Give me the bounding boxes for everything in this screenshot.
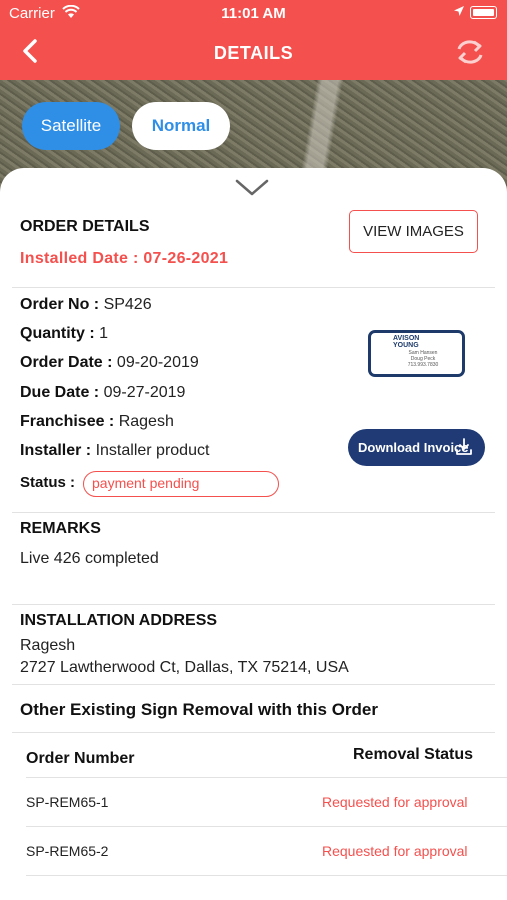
- installed-date: Installed Date : 07-26-2021: [20, 250, 229, 267]
- order-date-field: Order Date : 09-20-2019: [20, 354, 199, 372]
- status-badge: payment pending: [83, 471, 279, 497]
- remarks-text: Live 426 completed: [20, 550, 159, 567]
- divider: [26, 777, 507, 778]
- divider: [12, 732, 495, 733]
- order-no-field: Order No : SP426: [20, 296, 152, 314]
- thumbnail-brand-line2: YOUNG: [393, 342, 419, 349]
- status-label: Status :: [20, 474, 76, 491]
- quantity-field: Quantity : 1: [20, 325, 108, 343]
- order-details-heading: ORDER DETAILS: [20, 218, 150, 235]
- removal-status-column-header: Removal Status: [353, 746, 474, 763]
- field-value: Ragesh: [118, 413, 174, 430]
- field-label: Order Date :: [20, 354, 117, 371]
- field-label: Franchisee :: [20, 413, 119, 430]
- removal-order-number: SP-REM65-2: [26, 843, 109, 859]
- field-value: 09-20-2019: [116, 354, 199, 371]
- thumbnail-contact: Sam Hansen Doug Peck 713.993.7830: [407, 350, 439, 368]
- field-value: Installer product: [95, 442, 210, 459]
- download-invoice-label: Download Invoice: [358, 440, 469, 455]
- clock: 11:01 AM: [221, 5, 286, 22]
- due-date-field: Due Date : 09-27-2019: [20, 384, 185, 402]
- remarks-heading: REMARKS: [20, 520, 101, 537]
- thumbnail-brand-line1: AVISON: [393, 335, 420, 342]
- status-bar: Carrier 11:01 AM: [0, 0, 507, 26]
- removal-heading: Other Existing Sign Removal with this Or…: [20, 700, 379, 719]
- address-line: 2727 Lawtherwood Ct, Dallas, TX 75214, U…: [20, 659, 349, 676]
- field-label: Installer :: [20, 442, 96, 459]
- field-label: Quantity :: [20, 325, 100, 342]
- view-images-button[interactable]: VIEW IMAGES: [349, 210, 478, 253]
- divider: [12, 684, 495, 685]
- download-icon: [456, 438, 472, 455]
- order-number-column-header: Order Number: [26, 750, 135, 767]
- details-sheet: ORDER DETAILS Installed Date : 07-26-202…: [0, 168, 507, 900]
- field-label: Due Date :: [20, 384, 104, 401]
- removal-order-number: SP-REM65-1: [26, 794, 109, 810]
- franchisee-field: Franchisee : Ragesh: [20, 413, 174, 431]
- nav-bar: DETAILS: [0, 26, 507, 80]
- divider: [12, 512, 495, 513]
- field-value: 1: [99, 325, 109, 342]
- removal-status: Requested for approval: [322, 843, 468, 859]
- divider: [12, 287, 495, 288]
- field-value: SP426: [103, 296, 152, 313]
- download-invoice-button[interactable]: Download Invoice: [348, 429, 485, 466]
- divider: [26, 875, 507, 876]
- installation-address-heading: INSTALLATION ADDRESS: [20, 612, 218, 629]
- address-name: Ragesh: [20, 637, 76, 654]
- divider: [26, 826, 507, 827]
- normal-toggle-button[interactable]: Normal: [132, 102, 230, 150]
- location-arrow-icon: [454, 6, 464, 16]
- divider: [12, 604, 495, 605]
- page-title: DETAILS: [213, 43, 294, 63]
- refresh-icon[interactable]: [453, 36, 487, 68]
- thumbnail-brand: AVISON YOUNG: [393, 335, 419, 349]
- satellite-toggle-button[interactable]: Satellite: [22, 102, 120, 150]
- battery-icon: [470, 6, 497, 19]
- removal-status: Requested for approval: [322, 794, 468, 810]
- sign-image-thumbnail[interactable]: AVISON YOUNG Sam Hansen Doug Peck 713.993…: [368, 330, 465, 377]
- field-value: 09-27-2019: [103, 384, 186, 401]
- chevron-down-icon[interactable]: [234, 178, 270, 198]
- field-label: Order No :: [20, 296, 104, 313]
- installer-field: Installer : Installer product: [20, 442, 209, 460]
